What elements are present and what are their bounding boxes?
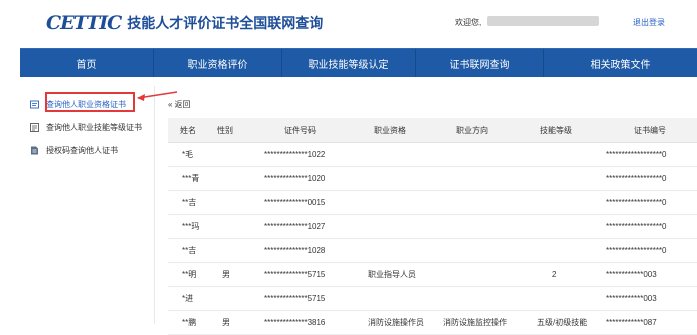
- cell-cert-number: ************087: [606, 318, 657, 327]
- level-certificate-icon: [30, 122, 39, 132]
- cell-name: *毛: [182, 150, 194, 159]
- col-header-cert-number: 证书编号: [634, 125, 666, 135]
- certificate-icon: [30, 100, 39, 109]
- col-header-name: 姓名: [180, 125, 196, 135]
- cell-name: **吉: [182, 198, 197, 207]
- sidebar-item-skill-level[interactable]: 查询他人职业技能等级证书: [30, 120, 142, 134]
- cell-gender: 男: [222, 318, 230, 327]
- cell-gender: 男: [222, 270, 230, 279]
- cell-skill-level: 2: [552, 270, 557, 279]
- cell-id-number: **************1027: [264, 222, 326, 231]
- sidebar-item-label: 查询他人职业技能等级证书: [46, 122, 142, 132]
- nav-home[interactable]: 首页: [20, 49, 154, 77]
- cell-qualification: 消防设施操作员: [368, 318, 424, 327]
- cell-cert-number: ******************0: [606, 198, 667, 207]
- cell-name: *进: [182, 294, 194, 303]
- cell-id-number: **************1022: [264, 150, 326, 159]
- back-label: 返回: [174, 100, 191, 109]
- col-header-id-number: 证件号码: [284, 125, 316, 135]
- col-header-direction: 职业方向: [456, 125, 488, 135]
- sidebar-item-label: 授权码查询他人证书: [46, 145, 118, 155]
- cell-id-number: **************0015: [264, 198, 326, 207]
- cell-name: ***玛: [182, 222, 200, 231]
- site-logo[interactable]: CETTIC 技能人才评价证书全国联网查询: [46, 10, 323, 36]
- cell-skill-level: 五级/初级技能: [537, 318, 588, 327]
- table-header: 姓名 性别 证件号码 职业资格 职业方向 技能等级 证书编号: [168, 118, 697, 143]
- cell-id-number: **************1028: [264, 246, 326, 255]
- back-link[interactable]: « 返回: [168, 99, 190, 110]
- table-row: **吉 **************0015 ******************0: [168, 191, 697, 215]
- cell-name: **鹏: [182, 318, 197, 327]
- cell-cert-number: ******************0: [606, 150, 667, 159]
- cell-cert-number: ******************0: [606, 246, 667, 255]
- table-row: ***玛 **************1027 ******************…: [168, 215, 697, 239]
- cell-id-number: **************5715: [264, 294, 326, 303]
- nav-policy-docs[interactable]: 相关政策文件: [544, 49, 697, 77]
- cell-id-number: **************1020: [264, 174, 326, 183]
- cell-qualification: 职业指导人员: [368, 270, 416, 279]
- nav-certificate-query[interactable]: 证书联网查询: [416, 49, 544, 77]
- table-row: *进 **************5715 ************003: [168, 287, 697, 311]
- annotation-highlight-box: [45, 92, 135, 112]
- cell-name: **吉: [182, 246, 197, 255]
- sidebar-item-auth-code[interactable]: 授权码查询他人证书: [30, 143, 118, 157]
- cell-cert-number: ******************0: [606, 174, 667, 183]
- table-row: **吉 **************1028 ******************0: [168, 239, 697, 263]
- table-row: **鹏 男 **************3816 消防设施操作员 消防设施监控操作 五级/…: [168, 311, 697, 335]
- double-chevron-left-icon: «: [168, 100, 173, 109]
- sidebar: 查询他人职业资格证书 查询他人职业技能等级证书 授权码查询他人证书: [20, 86, 155, 324]
- cell-name: ***青: [182, 174, 200, 183]
- nav-skill-level[interactable]: 职业技能等级认定: [282, 49, 416, 77]
- cell-cert-number: ************003: [606, 270, 657, 279]
- cell-id-number: **************3816: [264, 318, 326, 327]
- auth-code-icon: [30, 146, 39, 155]
- cell-cert-number: ************003: [606, 294, 657, 303]
- results-table: 姓名 性别 证件号码 职业资格 职业方向 技能等级 证书编号 *毛 *******…: [168, 118, 697, 335]
- col-header-qualification: 职业资格: [374, 125, 406, 135]
- cettic-logo: CETTIC: [46, 12, 122, 34]
- table-row: ***青 **************1020 ******************…: [168, 167, 697, 191]
- cell-direction: 消防设施监控操作: [443, 318, 507, 327]
- welcome-text: 欢迎您,: [455, 18, 482, 27]
- cell-id-number: **************5715: [264, 270, 326, 279]
- col-header-gender: 性别: [217, 125, 233, 135]
- cell-name: **明: [182, 270, 197, 279]
- cell-cert-number: ******************0: [606, 222, 667, 231]
- main-nav: 首页 职业资格评价 职业技能等级认定 证书联网查询 相关政策文件: [20, 48, 697, 77]
- nav-vocational-qualification[interactable]: 职业资格评价: [154, 49, 282, 77]
- table-row: *毛 **************1022 ******************0: [168, 143, 697, 167]
- header: CETTIC 技能人才评价证书全国联网查询 欢迎您, 退出登录: [0, 0, 697, 47]
- site-title: 技能人才评价证书全国联网查询: [127, 16, 324, 32]
- logout-link[interactable]: 退出登录: [633, 17, 665, 28]
- col-header-skill-level: 技能等级: [540, 125, 572, 135]
- user-name-redacted: [487, 16, 599, 26]
- table-row: **明 男 **************5715 职业指导人员 2 ***********…: [168, 263, 697, 287]
